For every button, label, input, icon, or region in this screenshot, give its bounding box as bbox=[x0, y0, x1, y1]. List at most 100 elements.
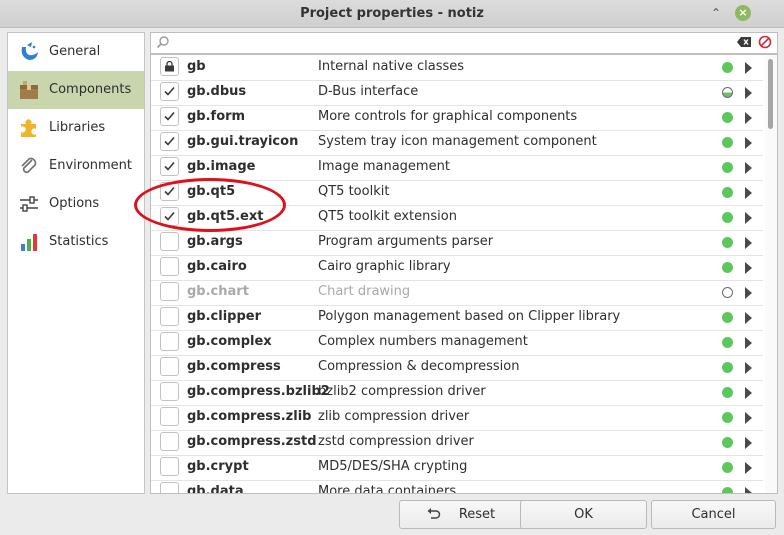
status-indicator-icon bbox=[722, 337, 733, 348]
component-checkbox[interactable] bbox=[160, 457, 179, 476]
scrollbar[interactable] bbox=[765, 55, 777, 493]
component-checkbox[interactable] bbox=[160, 282, 179, 301]
component-row[interactable]: gb.complex Complex numbers management bbox=[151, 330, 763, 356]
title-bar: Project properties - notiz ⌃ × bbox=[0, 0, 784, 28]
cancel-filter-icon[interactable] bbox=[758, 35, 772, 49]
expand-arrow-icon[interactable] bbox=[745, 87, 752, 99]
expand-arrow-icon[interactable] bbox=[745, 387, 752, 399]
expand-arrow-icon[interactable] bbox=[745, 212, 752, 224]
bar-chart-icon bbox=[21, 234, 37, 251]
component-name: gb.compress.zlib bbox=[187, 409, 312, 424]
scrollbar-thumb[interactable] bbox=[768, 59, 773, 129]
expand-arrow-icon[interactable] bbox=[745, 462, 752, 474]
expand-arrow-icon[interactable] bbox=[745, 412, 752, 424]
sidebar-item-statistics[interactable]: Statistics bbox=[8, 223, 144, 261]
component-name: gb.compress.bzlib2 bbox=[187, 384, 330, 399]
expand-arrow-icon[interactable] bbox=[745, 187, 752, 199]
component-row[interactable]: gb.data More data containers bbox=[151, 480, 763, 493]
expand-arrow-icon[interactable] bbox=[745, 487, 752, 493]
status-indicator-icon bbox=[722, 287, 733, 298]
component-row[interactable]: gb.compress Compression & decompression bbox=[151, 355, 763, 381]
expand-arrow-icon[interactable] bbox=[745, 312, 752, 324]
ok-label: OK bbox=[574, 507, 593, 522]
ok-button[interactable]: OK bbox=[520, 500, 647, 529]
component-row[interactable]: gb Internal native classes bbox=[151, 55, 763, 81]
component-row[interactable]: gb.compress.zlib zlib compression driver bbox=[151, 405, 763, 431]
component-description: Program arguments parser bbox=[318, 234, 494, 249]
red-highlight-ellipse bbox=[134, 178, 286, 232]
expand-arrow-icon[interactable] bbox=[745, 262, 752, 274]
component-row[interactable]: gb.args Program arguments parser bbox=[151, 230, 763, 256]
status-indicator-icon bbox=[722, 462, 733, 473]
component-description: System tray icon management component bbox=[318, 134, 597, 149]
component-checkbox[interactable] bbox=[160, 482, 179, 493]
component-checkbox[interactable] bbox=[160, 157, 179, 176]
component-row[interactable]: gb.dbus D-Bus interface bbox=[151, 80, 763, 106]
expand-arrow-icon[interactable] bbox=[745, 162, 752, 174]
component-checkbox[interactable] bbox=[160, 382, 179, 401]
sidebar-item-general[interactable]: General bbox=[8, 33, 144, 71]
search-input[interactable] bbox=[175, 34, 739, 52]
cancel-button[interactable]: Cancel bbox=[651, 500, 776, 529]
status-indicator-icon bbox=[722, 437, 733, 448]
status-indicator-icon bbox=[722, 237, 733, 248]
expand-arrow-icon[interactable] bbox=[745, 362, 752, 374]
component-checkbox[interactable] bbox=[160, 82, 179, 101]
expand-arrow-icon[interactable] bbox=[745, 237, 752, 249]
component-description: zlib compression driver bbox=[318, 409, 470, 424]
sidebar-item-libraries[interactable]: Libraries bbox=[8, 109, 144, 147]
reset-button[interactable]: Reset bbox=[399, 500, 533, 529]
status-indicator-icon bbox=[722, 487, 733, 493]
component-row[interactable]: gb.compress.zstd zstd compression driver bbox=[151, 430, 763, 456]
component-row[interactable]: gb.chart Chart drawing bbox=[151, 280, 763, 306]
component-row[interactable]: gb.crypt MD5/DES/SHA crypting bbox=[151, 455, 763, 481]
component-row[interactable]: gb.image Image management bbox=[151, 155, 763, 181]
component-description: Polygon management based on Clipper libr… bbox=[318, 309, 621, 324]
sidebar-item-components[interactable]: Components bbox=[8, 71, 144, 109]
component-row[interactable]: gb.cairo Cairo graphic library bbox=[151, 255, 763, 281]
component-name: gb.args bbox=[187, 234, 243, 249]
component-checkbox[interactable] bbox=[160, 357, 179, 376]
status-indicator-icon bbox=[722, 112, 733, 123]
expand-arrow-icon[interactable] bbox=[745, 437, 752, 449]
component-description: Complex numbers management bbox=[318, 334, 528, 349]
component-description: D-Bus interface bbox=[318, 84, 419, 99]
collapse-icon[interactable]: ⌃ bbox=[708, 5, 724, 21]
sidebar-item-options[interactable]: Options bbox=[8, 185, 144, 223]
clear-text-icon[interactable] bbox=[737, 36, 751, 48]
component-row[interactable]: gb.compress.bzlib2 bzlib2 compression dri… bbox=[151, 380, 763, 406]
expand-arrow-icon[interactable] bbox=[745, 112, 752, 124]
sidebar-item-environment[interactable]: Environment bbox=[8, 147, 144, 185]
component-checkbox[interactable] bbox=[160, 257, 179, 276]
component-description: QT5 toolkit extension bbox=[318, 209, 457, 224]
component-row[interactable]: gb.gui.trayicon System tray icon manageme… bbox=[151, 130, 763, 156]
expand-arrow-icon[interactable] bbox=[745, 137, 752, 149]
component-list: gb Internal native classes gb.dbus D-Bus in… bbox=[150, 54, 778, 494]
component-checkbox[interactable] bbox=[160, 107, 179, 126]
expand-arrow-icon[interactable] bbox=[745, 62, 752, 74]
expand-arrow-icon[interactable] bbox=[745, 337, 752, 349]
component-checkbox[interactable] bbox=[160, 132, 179, 151]
component-name: gb.clipper bbox=[187, 309, 262, 324]
component-checkbox[interactable] bbox=[160, 307, 179, 326]
component-row[interactable]: gb.form More controls for graphical compo… bbox=[151, 105, 763, 131]
component-description: Chart drawing bbox=[318, 284, 411, 299]
sliders-icon bbox=[20, 196, 38, 212]
component-name: gb.compress bbox=[187, 359, 281, 374]
close-icon[interactable]: × bbox=[735, 5, 751, 21]
component-checkbox[interactable] bbox=[160, 407, 179, 426]
component-checkbox[interactable] bbox=[160, 232, 179, 251]
component-checkbox[interactable] bbox=[160, 432, 179, 451]
expand-arrow-icon[interactable] bbox=[745, 287, 752, 299]
component-checkbox[interactable] bbox=[160, 332, 179, 351]
gambas-logo-icon bbox=[21, 42, 38, 60]
sidebar-item-label: Environment bbox=[49, 158, 133, 173]
component-name: gb bbox=[187, 59, 206, 74]
component-name: gb.form bbox=[187, 109, 246, 124]
component-description: bzlib2 compression driver bbox=[318, 384, 486, 399]
component-name: gb.complex bbox=[187, 334, 272, 349]
search-icon bbox=[156, 36, 169, 49]
status-indicator-icon bbox=[722, 62, 733, 73]
component-name: gb.cairo bbox=[187, 259, 247, 274]
component-row[interactable]: gb.clipper Polygon management based on Cl… bbox=[151, 305, 763, 331]
